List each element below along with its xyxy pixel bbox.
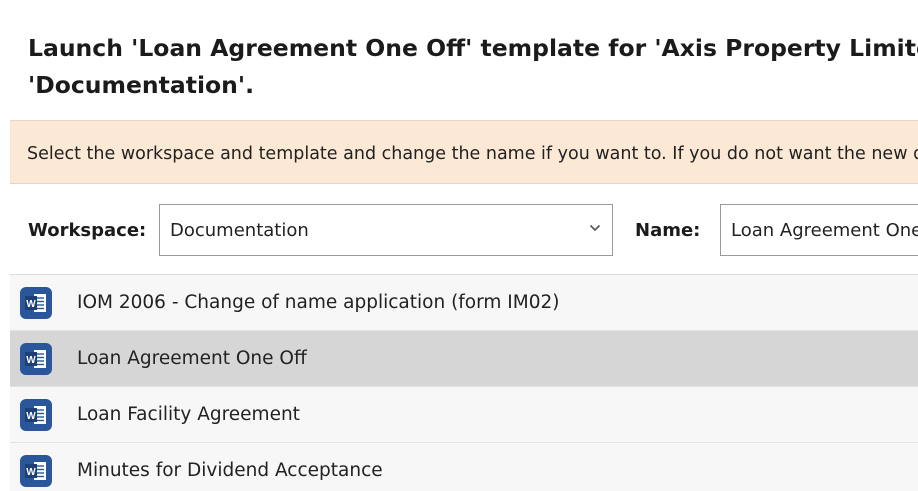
word-document-icon: W [20,343,52,375]
template-item-label: Loan Agreement One Off [77,348,307,369]
form-row: Workspace: Documentation Name: [0,204,918,256]
word-document-icon: W [20,455,52,487]
svg-text:W: W [26,411,36,422]
template-list-item[interactable]: W Loan Agreement One Off [10,331,918,387]
info-message-text: Select the workspace and template and ch… [27,144,918,164]
launch-template-dialog: Launch 'Loan Agreement One Off' template… [0,0,918,491]
name-input[interactable] [720,204,918,256]
workspace-select-value: Documentation [170,220,309,241]
word-document-icon: W [20,399,52,431]
template-item-label: Loan Facility Agreement [77,404,300,425]
template-item-label: Minutes for Dividend Acceptance [77,460,383,481]
workspace-select[interactable]: Documentation [159,204,613,256]
svg-text:W: W [26,355,36,366]
template-list-item[interactable]: W IOM 2006 - Change of name application (… [10,275,918,331]
template-list-item[interactable]: W Loan Facility Agreement [10,387,918,443]
dialog-title: Launch 'Loan Agreement One Off' template… [28,30,918,104]
dialog-title-line-2: 'Documentation'. [28,71,255,99]
word-document-icon: W [20,287,52,319]
template-list: W IOM 2006 - Change of name application (… [10,274,918,491]
svg-text:W: W [26,467,36,478]
template-list-item[interactable]: W Minutes for Dividend Acceptance [10,443,918,491]
name-label: Name: [635,220,701,241]
chevron-down-icon [589,224,601,232]
template-item-label: IOM 2006 - Change of name application (f… [77,292,560,313]
dialog-title-line-1: Launch 'Loan Agreement One Off' template… [28,34,918,62]
workspace-label: Workspace: [28,220,147,241]
svg-text:W: W [26,299,36,310]
info-message-bar: Select the workspace and template and ch… [10,120,918,184]
